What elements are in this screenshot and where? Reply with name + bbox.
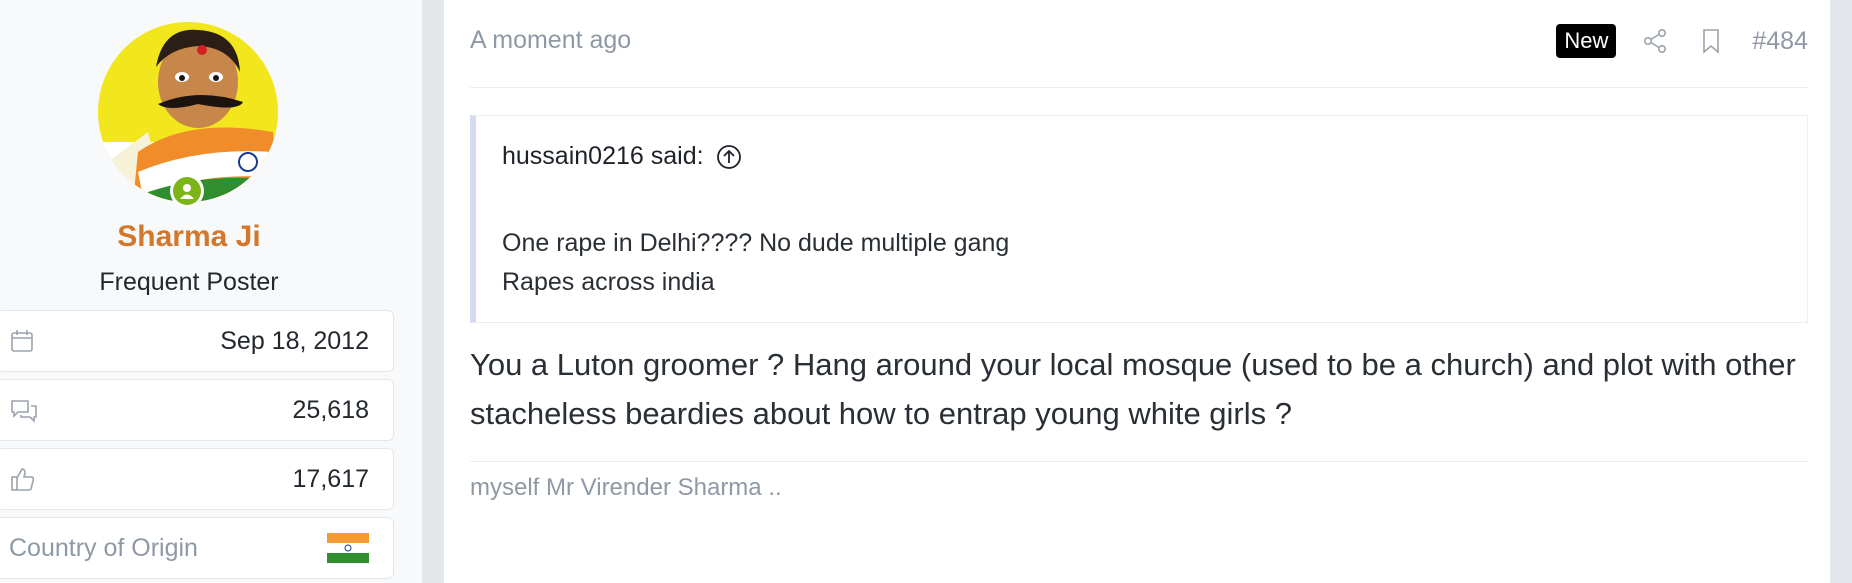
post-number[interactable]: #484: [1752, 27, 1808, 56]
username[interactable]: Sharma Ji: [0, 220, 378, 254]
quote-line: One rape in Delhi???? No dude multiple g…: [502, 229, 1010, 257]
column-gutter: [422, 0, 444, 583]
india-flag-icon: [327, 533, 369, 563]
right-edge-bar: [1830, 0, 1852, 583]
calendar-icon: [9, 325, 41, 357]
thumbs-up-icon: [9, 463, 41, 495]
post-actions: New #484: [1556, 24, 1808, 58]
quote-text: One rape in Delhi???? No dude multiple g…: [502, 224, 1009, 302]
stat-joined: Sep 18, 2012: [0, 310, 394, 372]
avatar[interactable]: [98, 22, 278, 208]
quote-block: hussain0216 said: One rape in Delhi???? …: [470, 115, 1808, 323]
user-sidebar: Sharma Ji Frequent Poster Sep 18, 2012 2…: [0, 0, 422, 583]
share-icon[interactable]: [1640, 26, 1670, 56]
country-label: Country of Origin: [9, 533, 198, 562]
arrow-up-circle-icon[interactable]: [716, 144, 742, 170]
new-badge: New: [1556, 24, 1617, 58]
online-status-icon: [170, 174, 204, 208]
stat-reactions: 17,617: [0, 448, 394, 510]
stat-messages: 25,618: [0, 379, 394, 441]
signature-divider: [470, 461, 1808, 462]
reaction-score: 17,617: [292, 464, 369, 493]
quote-author[interactable]: hussain0216 said:: [502, 142, 704, 171]
quote-line: Rapes across india: [502, 268, 715, 296]
user-title: Frequent Poster: [99, 268, 279, 296]
speech-bubbles-icon: [9, 394, 41, 426]
post-content: A moment ago New #484 hussain0216 said:: [444, 0, 1830, 583]
stat-country: Country of Origin: [0, 517, 394, 579]
message-count: 25,618: [292, 395, 369, 424]
user-signature: myself Mr Virender Sharma ..: [470, 474, 782, 501]
quote-header: hussain0216 said:: [502, 142, 742, 171]
post-timestamp[interactable]: A moment ago: [470, 26, 631, 55]
post-message: You a Luton groomer ? Hang around your l…: [470, 347, 1796, 431]
joined-date: Sep 18, 2012: [220, 326, 369, 355]
header-divider: [470, 87, 1808, 88]
bookmark-icon[interactable]: [1696, 26, 1726, 56]
